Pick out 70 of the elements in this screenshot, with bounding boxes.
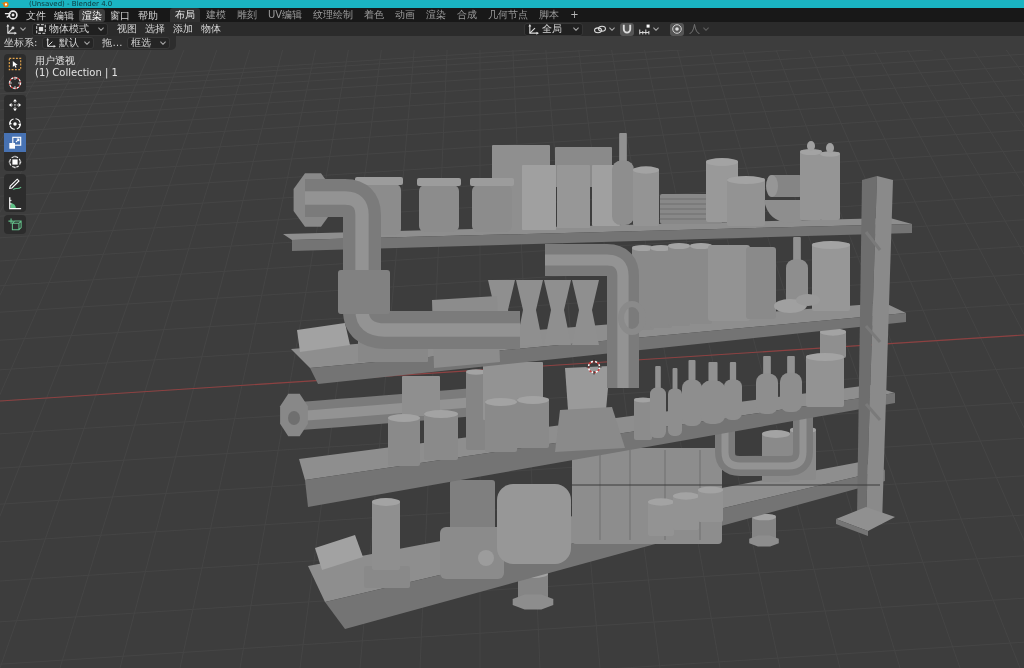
circle-dot-icon [672,24,682,34]
header-menu-item[interactable]: 视图 [114,22,140,36]
mode-dropdown[interactable]: 物体模式 [32,22,108,36]
orientation-dropdown[interactable]: 全局 [524,22,583,36]
workspace-tab[interactable]: 雕刻 [232,8,262,22]
axes-icon [6,23,17,35]
workspace-tab[interactable]: 脚本 [534,8,565,22]
annotate-tool-button[interactable] [4,174,26,193]
app-logo-icon [0,0,9,8]
transform-tool-button[interactable] [4,152,26,171]
collection-label: (1) Collection | 1 [35,67,118,79]
select-mode-dropdown[interactable]: 框选 [127,37,171,49]
menu-item[interactable]: 渲染 [79,8,105,22]
workspace-tab[interactable]: 合成 [452,8,483,22]
menu-item[interactable]: 帮助 [135,8,161,22]
rotate-tool-button[interactable] [4,114,26,133]
workspace-tab[interactable]: 建模 [201,8,231,22]
workspace-tab[interactable]: 几何节点 [483,8,534,22]
bars-icon [639,23,650,35]
crosshair-icon [8,75,22,90]
scale-icon [8,135,22,150]
caret-icon [703,27,709,31]
axes-icon [528,23,539,35]
ruler-icon [8,195,22,210]
workspace-tab[interactable]: 布局 [170,8,200,22]
caret-icon [160,41,167,45]
menu-item[interactable]: 编辑 [51,8,77,22]
axes-icon [46,38,57,48]
editor-type-button[interactable] [3,22,29,36]
rotate-icon [8,116,22,131]
coordinate-system-dropdown[interactable]: 默认 [42,37,95,49]
magnet-icon [622,24,632,34]
cursor-tool-button[interactable] [4,73,26,92]
workspace-tab[interactable]: 纹理绘制 [308,8,359,22]
snap-toggle[interactable] [620,22,634,36]
square-icon [36,24,46,34]
pencil-icon [8,176,22,191]
four-arrows-icon [8,97,22,112]
transform-icon [8,154,22,169]
menu-item[interactable]: 窗口 [107,8,133,22]
snap-target-button[interactable] [636,22,662,36]
cube-plus-icon [8,217,22,232]
curve-icon [689,24,700,34]
select-box-tool-button[interactable] [4,54,26,73]
caret-icon [609,27,615,31]
header-menu-item[interactable]: 物体 [198,22,224,36]
caret-icon [84,41,91,45]
coordinate-system-label: 坐标系: [4,37,38,49]
crosshair-icon [586,359,602,375]
measure-tool-button[interactable] [4,193,26,212]
workspace-tab[interactable]: 渲染 [421,8,452,22]
move-tool-button[interactable] [4,95,26,114]
logo-icon[interactable] [4,10,18,20]
workspace-tab[interactable]: 动画 [390,8,421,22]
drag-label: 拖… [102,37,123,49]
caret-icon [98,27,104,31]
menu-item[interactable]: 文件 [23,8,49,22]
caret-icon [653,27,659,31]
proportional-editing-toggle[interactable] [670,22,684,36]
add-workspace-button[interactable]: + [567,8,582,21]
caret-icon [20,27,26,31]
scale-tool-button[interactable] [4,133,26,152]
header-menu-item[interactable]: 添加 [170,22,196,36]
workspace-tab[interactable]: 着色 [359,8,390,22]
view-name-label: 用户透视 [35,55,75,67]
chain-link-icon [594,24,606,34]
add-cube-tool-button[interactable] [4,215,26,234]
workspace-tab[interactable]: UV编辑 [263,8,308,22]
header-menu-item[interactable]: 选择 [142,22,168,36]
caret-icon [573,27,579,31]
